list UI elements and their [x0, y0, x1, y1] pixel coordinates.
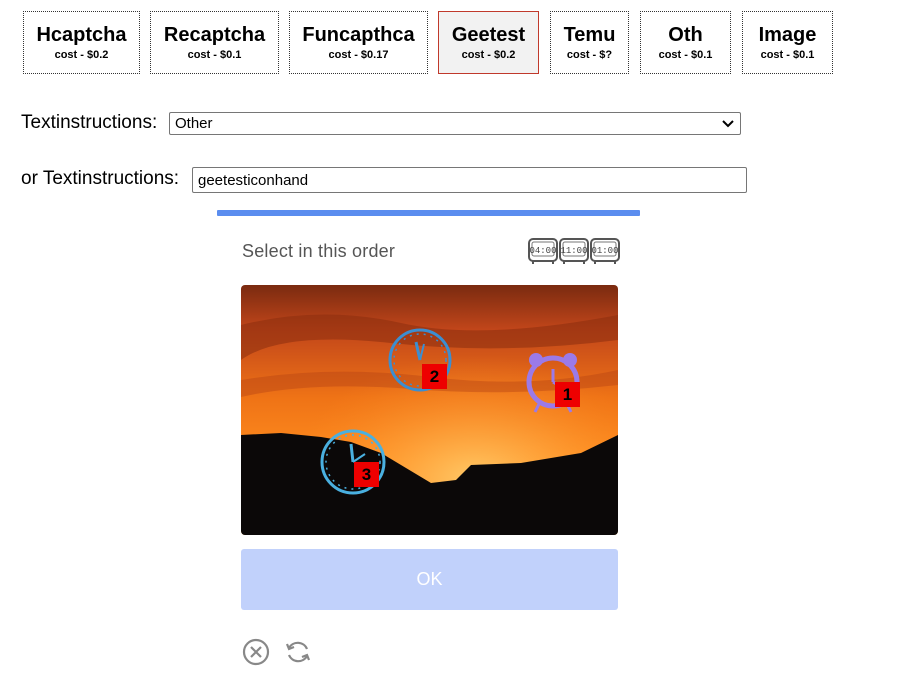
- tab-temu[interactable]: Temu cost - $?: [550, 11, 629, 74]
- selection-marker[interactable]: 1: [555, 382, 580, 407]
- captcha-image[interactable]: 1 2 3: [241, 285, 618, 535]
- captcha-top-bar: [217, 210, 640, 216]
- tab-oth[interactable]: Oth cost - $0.1: [640, 11, 731, 74]
- hint-clock-label: 11:00: [560, 246, 587, 256]
- ok-button[interactable]: OK: [241, 549, 618, 610]
- instructions-selected-value: Other: [175, 115, 213, 132]
- hint-clock-label: 04:00: [529, 246, 556, 256]
- tab-image[interactable]: Image cost - $0.1: [742, 11, 833, 74]
- instructions-select[interactable]: Other: [169, 112, 741, 135]
- tab-funcaptcha[interactable]: Funcapthca cost - $0.17: [289, 11, 428, 74]
- tab-title: Funcapthca: [302, 24, 415, 46]
- tab-recaptcha[interactable]: Recaptcha cost - $0.1: [150, 11, 279, 74]
- geetest-captcha-widget: Select in this order 04:00 11:00 01:00 1…: [217, 210, 640, 678]
- tab-title: Hcaptcha: [36, 24, 127, 46]
- tab-cost: cost - $0.1: [187, 49, 242, 61]
- tab-cost: cost - $0.2: [461, 49, 516, 61]
- tab-title: Temu: [563, 24, 616, 46]
- tab-title: Oth: [668, 24, 703, 46]
- tab-hcaptcha[interactable]: Hcaptcha cost - $0.2: [23, 11, 140, 74]
- selection-marker[interactable]: 2: [422, 364, 447, 389]
- chevron-down-icon: [722, 120, 734, 128]
- instructions-label: Textinstructions:: [21, 112, 158, 133]
- tab-cost: cost - $0.1: [760, 49, 815, 61]
- hint-clock-icon: 01:00: [590, 238, 620, 264]
- captcha-type-tabs: Hcaptcha cost - $0.2 Recaptcha cost - $0…: [0, 0, 907, 80]
- hint-clock-icons: 04:00 11:00 01:00: [528, 238, 620, 264]
- tab-cost: cost - $0.17: [328, 49, 389, 61]
- tab-title: Geetest: [451, 24, 526, 46]
- captcha-instruction: Select in this order: [242, 241, 396, 261]
- alt-instructions-label: or Textinstructions:: [21, 168, 180, 189]
- selection-marker[interactable]: 3: [354, 462, 379, 487]
- close-circle-icon[interactable]: [242, 638, 270, 666]
- refresh-icon[interactable]: [284, 638, 312, 666]
- tab-title: Image: [758, 24, 817, 46]
- tab-cost: cost - $0.2: [54, 49, 109, 61]
- alt-instructions-input[interactable]: [192, 167, 747, 193]
- tab-geetest[interactable]: Geetest cost - $0.2: [438, 11, 539, 74]
- hint-clock-icon: 04:00: [528, 238, 558, 264]
- hint-clock-icon: 11:00: [559, 238, 589, 264]
- hint-clock-label: 01:00: [591, 246, 618, 256]
- tab-cost: cost - $0.1: [658, 49, 713, 61]
- tab-cost: cost - $?: [566, 49, 613, 61]
- sunset-scene-image: [241, 285, 618, 535]
- tab-title: Recaptcha: [163, 24, 266, 46]
